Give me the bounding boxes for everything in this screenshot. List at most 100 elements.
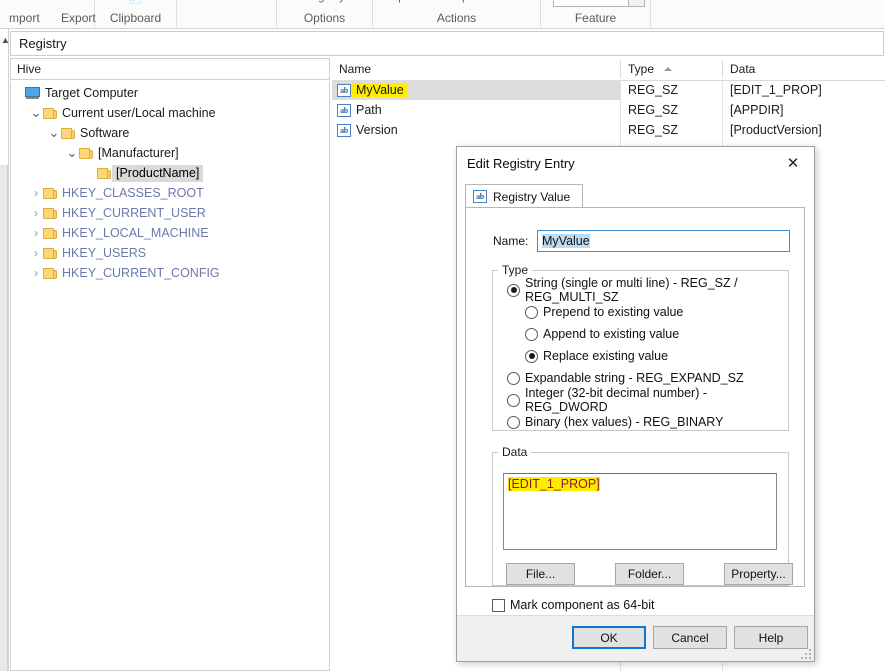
- table-row[interactable]: abPathREG_SZ[APPDIR]: [332, 100, 885, 120]
- resize-grip-icon[interactable]: [800, 648, 811, 659]
- tab-registry-value[interactable]: ab Registry Value: [465, 184, 583, 208]
- radio-button[interactable]: [525, 306, 538, 319]
- ok-button[interactable]: OK: [572, 626, 646, 649]
- radio-button[interactable]: [525, 328, 538, 341]
- ribbon-button-feature-top[interactable]: Feature: [501, 0, 540, 3]
- tree-item[interactable]: ⌄Software: [11, 123, 329, 143]
- cell-name-label: MyValue: [351, 83, 407, 97]
- reg-export-icon[interactable]: REG: [49, 0, 91, 3]
- cancel-button[interactable]: Cancel: [653, 626, 727, 649]
- tree-item[interactable]: › HKEY_USERS: [11, 243, 329, 263]
- ribbon-button-import[interactable]: mport: [0, 11, 49, 25]
- chevron-right-icon[interactable]: ›: [29, 186, 43, 200]
- ab-string-icon: ab: [337, 124, 351, 137]
- type-radio-label: Replace existing value: [543, 349, 668, 363]
- folder-button[interactable]: Folder...: [615, 563, 684, 585]
- folder-icon: [43, 187, 58, 200]
- cell-data: [APPDIR]: [730, 100, 885, 120]
- type-radio-row[interactable]: Integer (32-bit decimal number) - REG_DW…: [507, 389, 788, 411]
- radio-button[interactable]: [507, 416, 520, 429]
- tree-item[interactable]: ⌄ [Manufacturer]: [11, 143, 329, 163]
- type-radio-row[interactable]: Prepend to existing value: [507, 301, 788, 323]
- feature-combobox[interactable]: [553, 0, 645, 7]
- type-radio-row[interactable]: Append to existing value: [507, 323, 788, 345]
- cell-name-label: Version: [351, 123, 401, 137]
- chevron-right-icon[interactable]: ›: [29, 206, 43, 220]
- name-cell-content: abMyValue: [337, 83, 407, 97]
- radio-button[interactable]: [507, 394, 520, 407]
- radio-button[interactable]: [507, 284, 520, 297]
- radio-button[interactable]: [525, 350, 538, 363]
- mark-64bit-checkbox-row[interactable]: Mark component as 64-bit: [492, 598, 655, 612]
- ab-string-icon: ab: [337, 104, 351, 117]
- ribbon-button-component-1[interactable]: Component: [373, 0, 434, 3]
- table-row[interactable]: abMyValueREG_SZ[EDIT_1_PROP]: [332, 80, 885, 100]
- data-textarea[interactable]: [EDIT_1_PROP]: [503, 473, 777, 550]
- column-header-data-label: Data: [730, 62, 755, 76]
- column-header-type[interactable]: Type: [621, 58, 722, 80]
- type-radio-row[interactable]: Binary (hex values) - REG_BINARY: [507, 411, 788, 433]
- ribbon-icon-label-registry: Registry: [295, 0, 353, 3]
- chevron-down-icon[interactable]: ⌄: [65, 149, 79, 157]
- gutter-collapse-caret-icon[interactable]: ▲: [1, 35, 11, 45]
- tab-registry-value-label: Registry Value: [487, 190, 570, 204]
- cell-name-label: Path: [351, 103, 385, 117]
- sort-ascending-icon: [664, 67, 672, 71]
- cell-name: abVersion: [337, 120, 620, 140]
- column-header-data[interactable]: Data: [723, 58, 885, 80]
- tree-item[interactable]: [ProductName]: [11, 163, 329, 183]
- type-radio-label: String (single or multi line) - REG_SZ /…: [525, 276, 788, 304]
- cell-data: [ProductVersion]: [730, 120, 885, 140]
- column-header-name-label: Name: [339, 62, 371, 76]
- ribbon-button-clipboard[interactable]: Clipboard: [95, 11, 176, 25]
- computer-icon: [25, 87, 41, 100]
- tree-item[interactable]: ›HKEY_CURRENT_USER: [11, 203, 329, 223]
- property-button[interactable]: Property...: [724, 563, 793, 585]
- gutter-lower-strip: [0, 165, 8, 671]
- chevron-right-icon[interactable]: ›: [29, 226, 43, 240]
- tree-item[interactable]: ›HKEY_CLASSES_ROOT: [11, 183, 329, 203]
- close-icon[interactable]: ✕: [772, 147, 814, 179]
- tree-item[interactable]: ⌄Current user/Local machine: [11, 103, 329, 123]
- registry-options-icon[interactable]: Registry: [277, 0, 372, 3]
- clipboard-icon[interactable]: 📄: [95, 0, 176, 4]
- tree-item-label: HKEY_USERS: [58, 246, 146, 260]
- chevron-down-icon[interactable]: ⌄: [29, 109, 43, 117]
- tree-item[interactable]: Target Computer: [11, 83, 329, 103]
- help-button[interactable]: Help: [734, 626, 808, 649]
- table-row[interactable]: abVersionREG_SZ[ProductVersion]: [332, 120, 885, 140]
- file-button[interactable]: File...: [506, 563, 575, 585]
- name-input[interactable]: MyValue: [537, 230, 790, 252]
- column-header-type-label: Type: [628, 62, 654, 76]
- radio-button[interactable]: [507, 372, 520, 385]
- dialog-body: ab Registry Value Name: MyValue Type Str…: [457, 180, 814, 616]
- hive-pane: Hive Target Computer⌄Current user/Local …: [10, 58, 330, 671]
- ribbon-group-blank: [177, 0, 277, 28]
- hive-column-header: Hive: [10, 58, 330, 80]
- tree-item-label: [Manufacturer]: [94, 146, 179, 160]
- folder-icon: [43, 247, 58, 260]
- dialog-tabstrip: ab Registry Value: [465, 184, 583, 208]
- ribbon-button-videos[interactable]: Videos: [651, 0, 885, 3]
- hive-tree[interactable]: Target Computer⌄Current user/Local machi…: [10, 81, 330, 671]
- list-header-row: Name Type Data: [332, 58, 885, 81]
- tree-item[interactable]: ›HKEY_CURRENT_CONFIG: [11, 263, 329, 283]
- actions-icons-row: Component Component Feature: [373, 0, 540, 3]
- ribbon-button-component-2[interactable]: Component: [437, 0, 498, 3]
- folder-icon: [43, 107, 58, 120]
- type-radio-row[interactable]: Replace existing value: [507, 345, 788, 367]
- name-cell-content: abVersion: [337, 123, 401, 137]
- type-radio-label: Append to existing value: [543, 327, 679, 341]
- type-radio-row[interactable]: String (single or multi line) - REG_SZ /…: [507, 279, 788, 301]
- folder-icon: [79, 147, 94, 160]
- tree-item[interactable]: ›HKEY_LOCAL_MACHINE: [11, 223, 329, 243]
- reg-import-icon[interactable]: REG: [4, 0, 46, 3]
- dialog-title-bar[interactable]: Edit Registry Entry ✕: [457, 147, 814, 180]
- cell-name: abMyValue: [337, 80, 620, 100]
- chevron-down-icon[interactable]: ⌄: [47, 129, 61, 137]
- column-header-name[interactable]: Name: [332, 58, 620, 80]
- chevron-right-icon[interactable]: ›: [29, 246, 43, 260]
- mark-64bit-checkbox[interactable]: [492, 599, 505, 612]
- cell-data: [EDIT_1_PROP]: [730, 80, 885, 100]
- chevron-right-icon[interactable]: ›: [29, 266, 43, 280]
